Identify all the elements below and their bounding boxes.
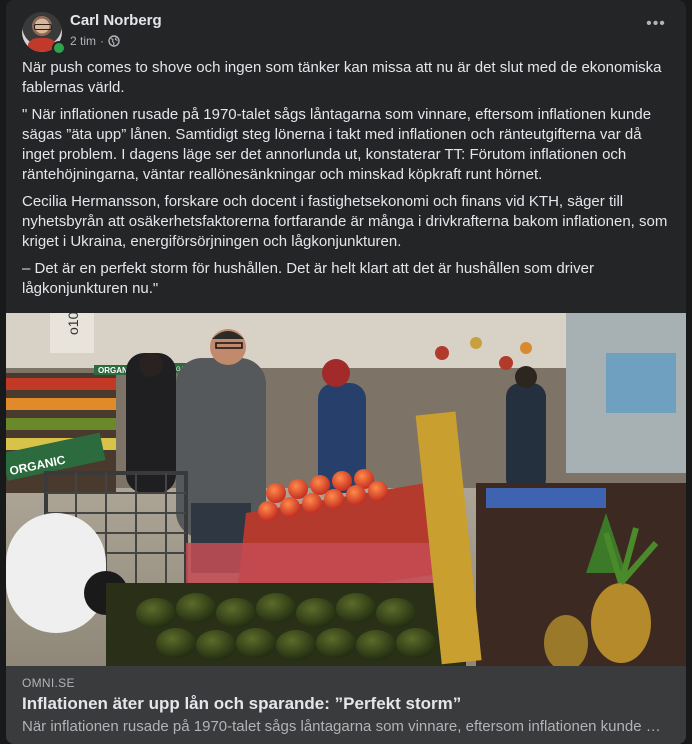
- meta-separator: ·: [100, 34, 105, 48]
- post-paragraph: " När inflationen rusade på 1970-talet s…: [22, 106, 652, 183]
- link-domain: OMNI.SE: [22, 676, 75, 690]
- post-meta: 2 tim ·: [70, 34, 120, 48]
- post-time[interactable]: 2 tim: [70, 34, 96, 48]
- online-status-icon: [52, 41, 66, 55]
- post-paragraph: Cecilia Hermansson, forskare och docent …: [22, 193, 668, 250]
- globe-icon[interactable]: [108, 35, 120, 47]
- post-paragraph: När push comes to shove och ingen som tä…: [22, 59, 662, 96]
- post-paragraph: – Det är en perfekt storm för hushållen.…: [22, 260, 594, 297]
- price-sign-text: o10: [65, 313, 81, 335]
- post-header: Carl Norberg 2 tim · •••: [22, 12, 670, 55]
- post-body: När push comes to shove och ingen som tä…: [22, 58, 670, 306]
- link-image[interactable]: ORGANIC ORGANIC ORGANIC o10: [6, 313, 686, 666]
- link-preview[interactable]: OMNI.SE Inflationen äter upp lån och spa…: [6, 666, 686, 744]
- more-options-icon[interactable]: •••: [642, 16, 670, 36]
- avatar-glasses: [34, 24, 52, 30]
- author-name[interactable]: Carl Norberg: [70, 12, 162, 29]
- link-description: När inflationen rusade på 1970-talet såg…: [22, 718, 662, 735]
- grocery-store-photo: ORGANIC ORGANIC ORGANIC o10: [6, 313, 686, 666]
- link-title[interactable]: Inflationen äter upp lån och sparande: ”…: [22, 694, 461, 714]
- post-card: Carl Norberg 2 tim · ••• När push comes …: [6, 0, 686, 744]
